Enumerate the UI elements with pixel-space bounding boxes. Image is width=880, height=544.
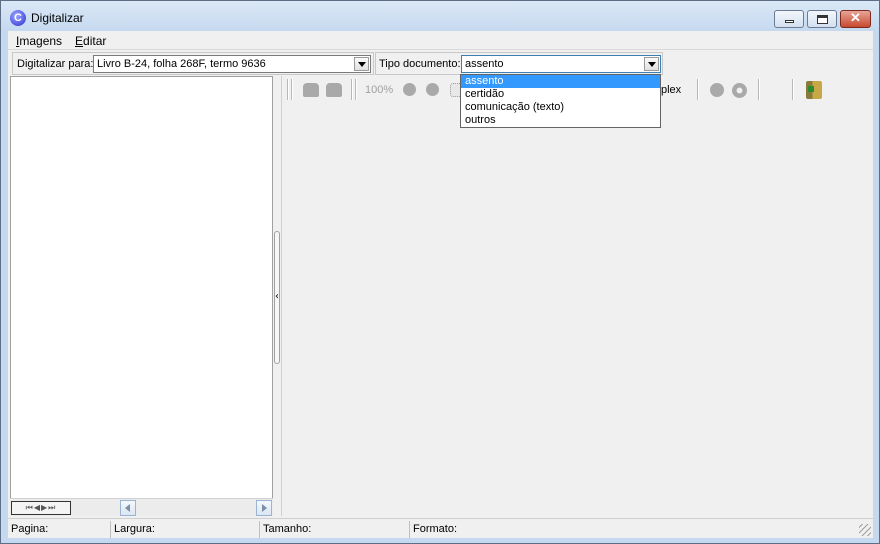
client-area: Imagens Editar Digitalizar para: Livro B…	[8, 31, 873, 538]
scroll-left-button[interactable]	[120, 500, 136, 516]
scan-target-group: Digitalizar para: Livro B-24, folha 268F…	[12, 52, 374, 75]
maximize-button[interactable]	[807, 10, 837, 28]
doc-type-group: Tipo documento: assento	[375, 52, 663, 75]
toolbar-separator	[351, 79, 353, 100]
pane-splitter[interactable]: ‹	[273, 76, 281, 516]
maximize-icon	[817, 15, 828, 24]
toolbar-separator	[758, 79, 760, 100]
doc-type-option[interactable]: assento	[461, 75, 660, 88]
doc-type-dropdown-list: assento certidão comunicação (texto) out…	[460, 74, 661, 128]
status-bar: Pagina: Largura: Tamanho: Formato:	[8, 518, 873, 538]
status-format: Formato:	[413, 523, 458, 535]
doc-type-combobox[interactable]: assento	[461, 55, 661, 73]
resize-grip-icon[interactable]	[859, 524, 871, 536]
title-bar[interactable]: C Digitalizar ✕	[1, 1, 879, 31]
zoom-level[interactable]: 100%	[365, 84, 393, 96]
chevron-down-icon[interactable]	[644, 57, 659, 71]
close-button[interactable]: ✕	[840, 10, 871, 28]
menu-imagens[interactable]: Imagens	[16, 34, 62, 48]
scanner-icon[interactable]	[326, 83, 342, 97]
status-width: Largura:	[111, 521, 260, 538]
status-page: Pagina:	[8, 521, 111, 538]
thumbnail-nav-controls[interactable]: ⏮◀▶⏭	[11, 501, 71, 515]
zoom-in-icon[interactable]	[403, 83, 416, 96]
scan-target-combobox[interactable]: Livro B-24, folha 268F, termo 9636	[93, 55, 371, 73]
menu-bar: Imagens Editar	[8, 31, 873, 50]
thumbnail-panel[interactable]	[10, 76, 273, 516]
app-window: C Digitalizar ✕ Imagens Editar Digitaliz…	[0, 0, 880, 544]
doc-type-option[interactable]: comunicação (texto)	[461, 101, 660, 114]
menu-editar[interactable]: Editar	[75, 34, 106, 48]
toolbar-separator	[792, 79, 794, 100]
minimize-button[interactable]	[774, 10, 804, 28]
status-size: Tamanho:	[260, 521, 410, 538]
doc-type-option[interactable]: outros	[461, 114, 660, 127]
doc-type-value: assento	[465, 58, 504, 70]
options-toolbar: Digitalizar para: Livro B-24, folha 268F…	[8, 51, 873, 76]
scanner-icon[interactable]	[303, 83, 319, 97]
scan-target-label: Digitalizar para:	[17, 58, 94, 70]
menu-editar-label: ditar	[83, 34, 107, 48]
duplex-toggle[interactable]: plex	[661, 84, 681, 96]
window-title: Digitalizar	[31, 11, 84, 25]
zoom-out-icon[interactable]	[426, 83, 439, 96]
close-icon: ✕	[850, 10, 861, 25]
scroll-right-button[interactable]	[256, 500, 272, 516]
stop-icon[interactable]	[710, 83, 724, 97]
toolbar-separator	[697, 79, 699, 100]
image-viewer[interactable]: 100% plex	[281, 76, 873, 516]
toolbar-separator	[287, 79, 289, 100]
scan-target-value: Livro B-24, folha 268F, termo 9636	[97, 58, 266, 70]
exit-icon[interactable]	[806, 81, 822, 99]
thumbnail-scrollbar[interactable]: ⏮◀▶⏭	[10, 498, 273, 516]
app-logo-icon: C	[10, 10, 26, 26]
menu-editar-mnemonic: E	[75, 34, 84, 48]
settings-gear-icon[interactable]	[732, 83, 747, 98]
exit-arrow-icon	[808, 86, 814, 92]
doc-type-label: Tipo documento:	[379, 58, 461, 70]
menu-imagens-label: magens	[19, 34, 63, 48]
chevron-down-icon[interactable]	[354, 57, 369, 71]
collapse-arrow-icon[interactable]: ‹	[273, 292, 281, 302]
toolbar-separator	[355, 79, 357, 100]
toolbar-separator	[291, 79, 293, 100]
doc-type-option[interactable]: certidão	[461, 88, 660, 101]
minimize-icon	[785, 20, 794, 23]
